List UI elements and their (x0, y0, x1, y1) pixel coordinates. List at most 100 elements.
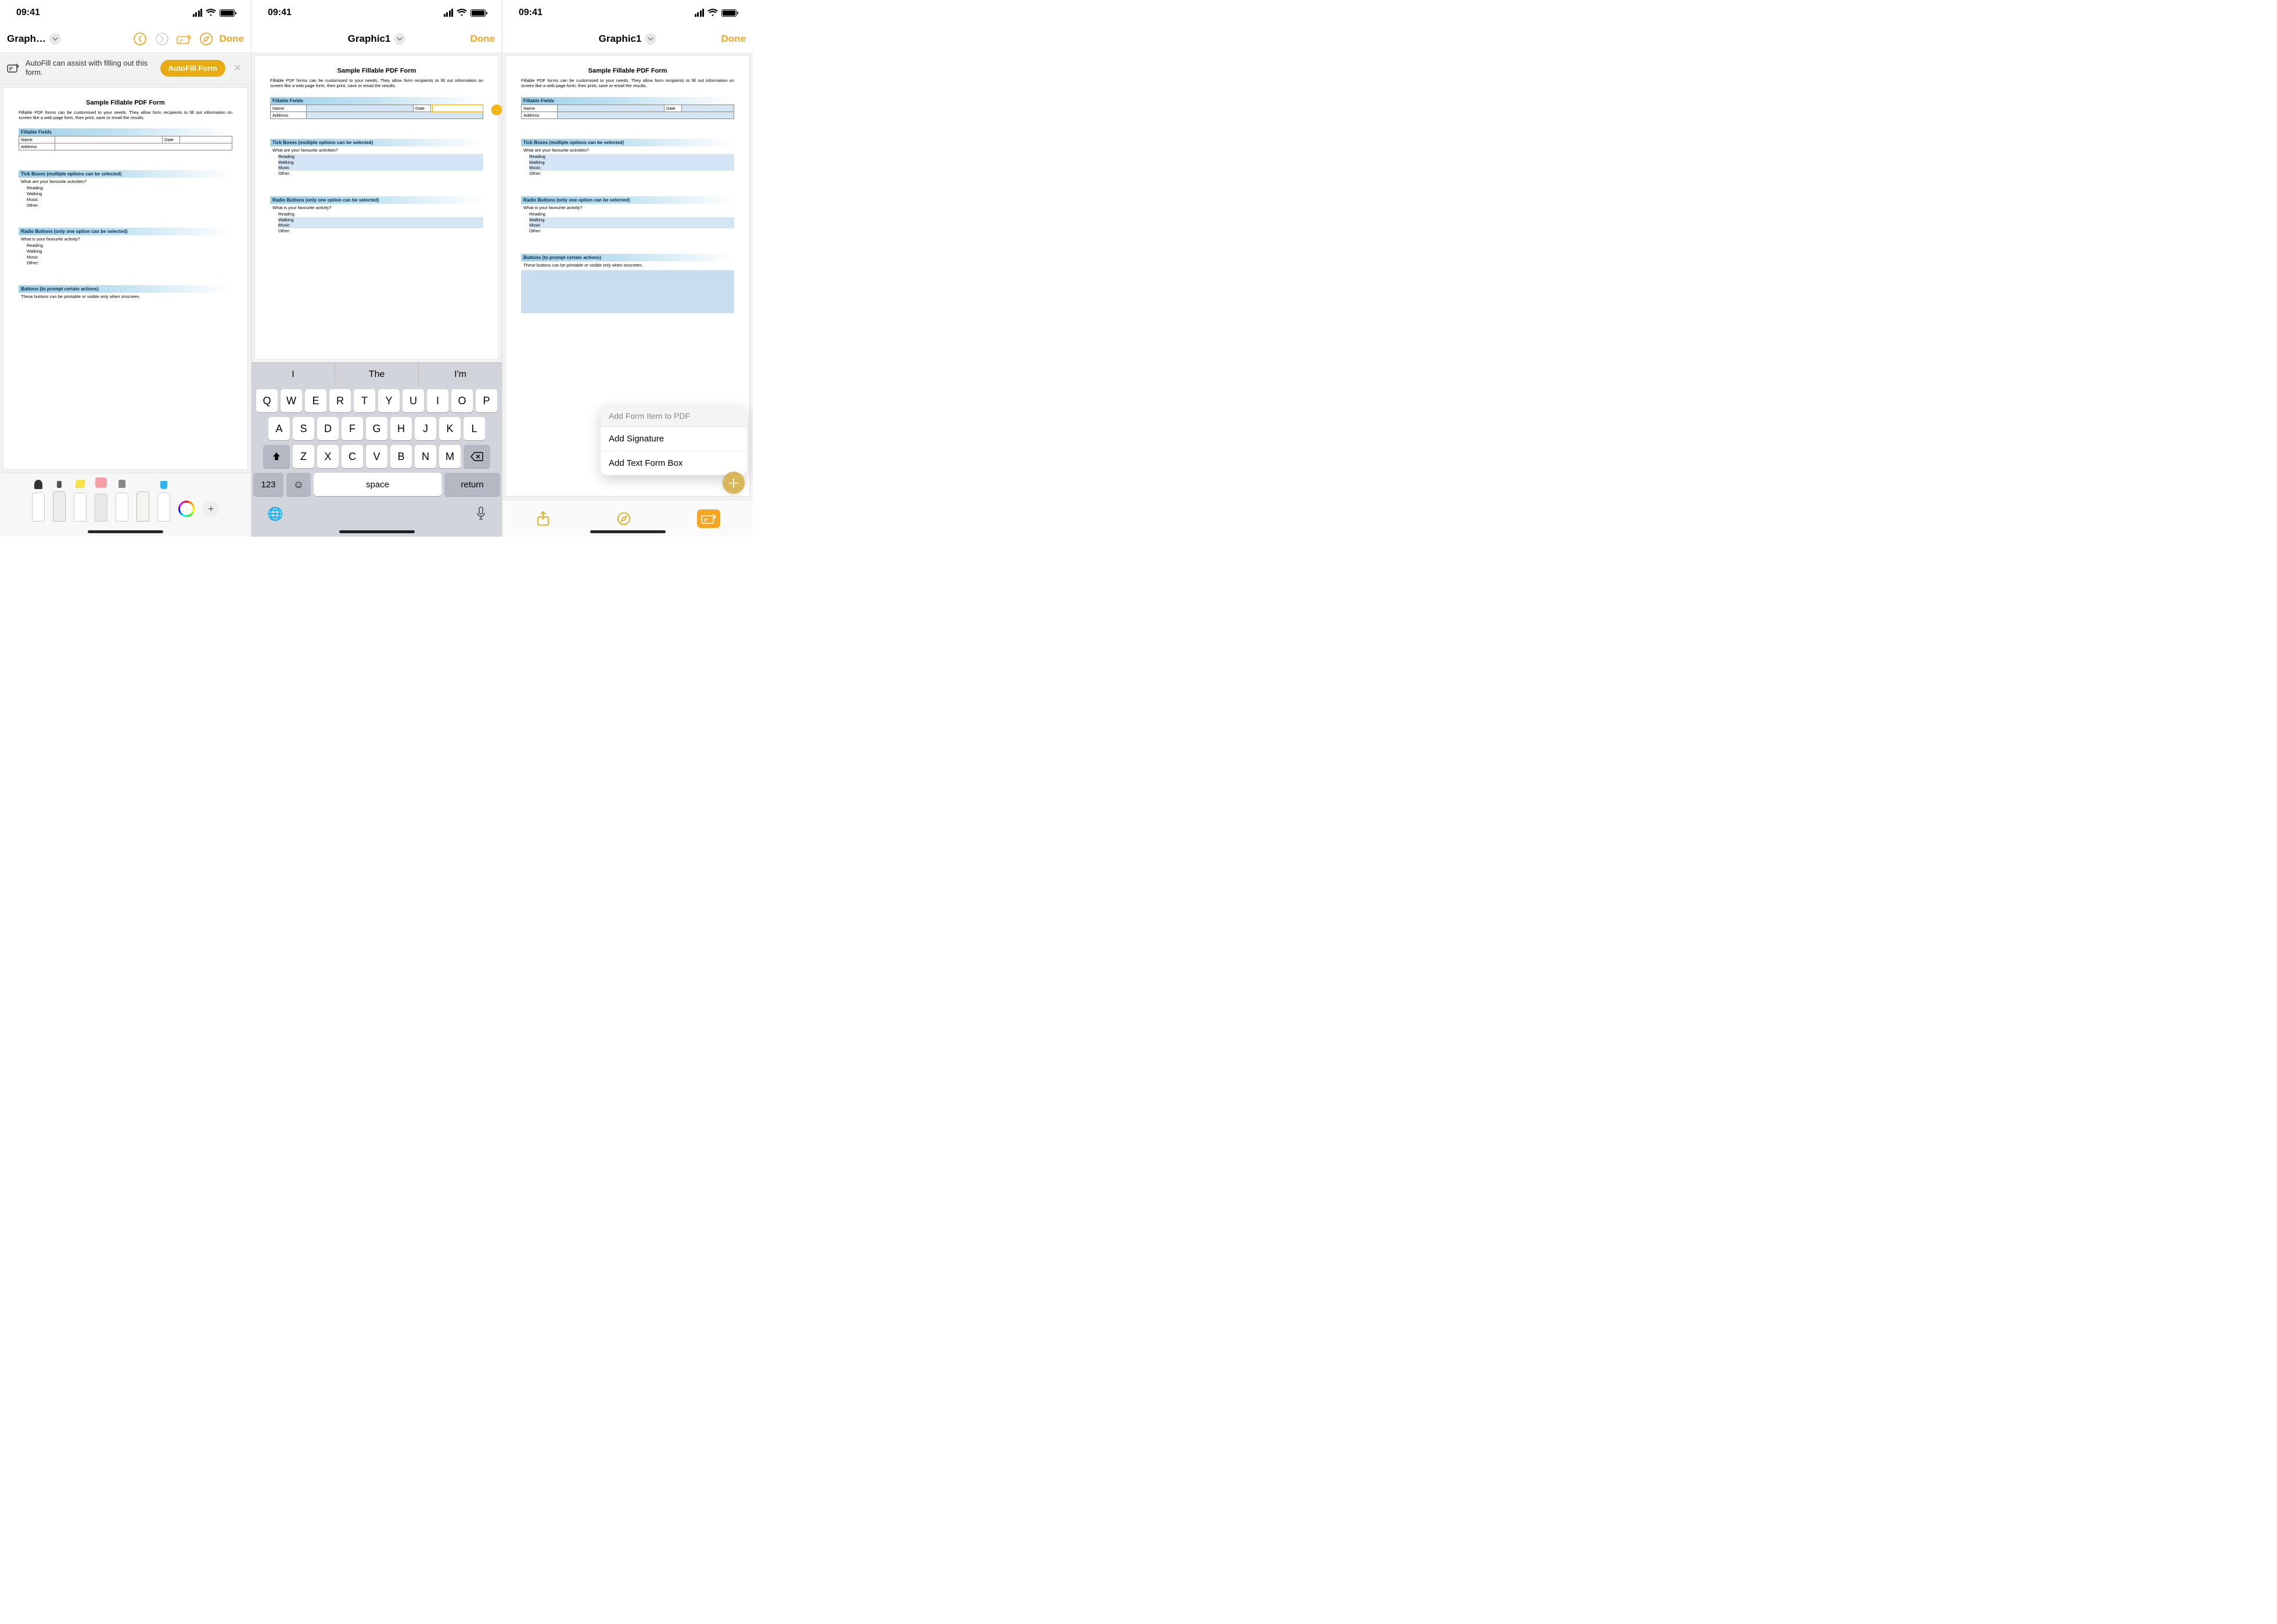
doc-title-dropdown[interactable]: Graphic1 (348, 33, 406, 45)
share-button[interactable] (535, 511, 551, 527)
menu-item-add-signature[interactable]: Add Signature (601, 427, 747, 451)
tick-opt[interactable]: Reading (529, 154, 734, 160)
done-button[interactable]: Done (220, 33, 245, 45)
redo-button[interactable] (153, 30, 171, 48)
key-w[interactable]: W (281, 389, 302, 412)
radio-opt[interactable]: Music (278, 222, 483, 228)
doc-title-dropdown[interactable]: Graphic1 (599, 33, 657, 45)
field-address[interactable] (307, 112, 483, 118)
suggestion[interactable]: I'm (419, 363, 502, 386)
key-g[interactable]: G (366, 417, 387, 440)
radio-opt[interactable]: Other: (278, 228, 483, 234)
radio-opt[interactable]: Walking (278, 217, 483, 223)
tick-opt[interactable]: Walking (529, 160, 734, 166)
menu-item-add-text-box[interactable]: Add Text Form Box (601, 451, 747, 475)
key-d[interactable]: D (317, 417, 339, 440)
form-placeholder-box[interactable] (521, 270, 734, 313)
autofill-icon-button[interactable] (175, 30, 193, 48)
key-t[interactable]: T (354, 389, 375, 412)
add-form-item-button[interactable]: ＋ (723, 472, 745, 494)
radio-opt[interactable]: Reading (27, 243, 232, 249)
highlighter-tool[interactable] (74, 483, 87, 522)
home-indicator[interactable] (339, 530, 415, 533)
key-p[interactable]: P (476, 389, 497, 412)
markup-button[interactable] (616, 511, 632, 527)
add-tool-button[interactable]: + (203, 501, 219, 517)
suggestion[interactable]: The (335, 363, 419, 386)
key-f[interactable]: F (342, 417, 363, 440)
tick-opt[interactable]: Walking (278, 160, 483, 166)
globe-icon[interactable]: 🌐 (267, 506, 283, 522)
key-a[interactable]: A (268, 417, 290, 440)
radio-opt[interactable]: Walking (529, 217, 734, 223)
key-z[interactable]: Z (293, 445, 314, 468)
pen-tool[interactable] (32, 483, 45, 522)
key-m[interactable]: M (439, 445, 461, 468)
tick-opt[interactable]: Other: (27, 203, 232, 209)
doc-title-dropdown[interactable]: Graph… (7, 33, 61, 45)
field-name[interactable] (55, 136, 163, 143)
key-y[interactable]: Y (378, 389, 400, 412)
color-picker-button[interactable] (178, 501, 195, 517)
key-emoji[interactable]: ☺ (286, 473, 311, 496)
tick-opt[interactable]: Music (529, 165, 734, 171)
key-numbers[interactable]: 123 (253, 473, 283, 496)
radio-opt[interactable]: Reading (278, 211, 483, 217)
tick-opt[interactable]: Reading (278, 154, 483, 160)
pencil-tool[interactable] (157, 483, 170, 522)
key-s[interactable]: S (293, 417, 314, 440)
radio-opt[interactable]: Music (27, 254, 232, 260)
key-l[interactable]: L (464, 417, 485, 440)
lasso-tool[interactable] (116, 483, 128, 522)
undo-button[interactable] (131, 30, 149, 48)
tick-opt[interactable]: Other: (278, 171, 483, 177)
key-n[interactable]: N (415, 445, 436, 468)
home-indicator[interactable] (590, 530, 666, 533)
tick-opt[interactable]: Other: (529, 171, 734, 177)
tick-opt[interactable]: Music (278, 165, 483, 171)
radio-opt[interactable]: Walking (27, 249, 232, 254)
key-shift[interactable] (263, 445, 290, 468)
field-address[interactable] (55, 143, 232, 150)
field-date-active[interactable] (431, 105, 483, 112)
key-q[interactable]: Q (256, 389, 278, 412)
field-name[interactable] (558, 105, 665, 112)
radio-opt[interactable]: Reading (529, 211, 734, 217)
done-button[interactable]: Done (721, 33, 746, 44)
key-b[interactable]: B (390, 445, 412, 468)
key-space[interactable]: space (314, 473, 441, 496)
marker-tool[interactable] (53, 483, 66, 522)
markup-icon-button[interactable] (197, 30, 215, 48)
key-delete[interactable] (464, 445, 490, 468)
key-r[interactable]: R (329, 389, 351, 412)
autofill-form-button[interactable]: AutoFill Form (160, 60, 226, 77)
key-o[interactable]: O (451, 389, 473, 412)
key-e[interactable]: E (305, 389, 326, 412)
ruler-tool[interactable] (137, 483, 149, 522)
done-button[interactable]: Done (471, 33, 495, 44)
field-date[interactable] (180, 136, 232, 143)
field-address[interactable] (558, 112, 734, 118)
key-u[interactable]: U (403, 389, 424, 412)
field-date[interactable] (682, 105, 734, 112)
radio-opt[interactable]: Other: (529, 228, 734, 234)
tick-opt[interactable]: Music (27, 197, 232, 203)
key-c[interactable]: C (342, 445, 363, 468)
dismiss-banner-button[interactable]: ✕ (231, 62, 244, 74)
document-viewport[interactable]: Sample Fillable PDF Form Fillable PDF fo… (252, 52, 502, 362)
key-k[interactable]: K (439, 417, 461, 440)
field-name[interactable] (307, 105, 414, 112)
radio-opt[interactable]: Other: (27, 260, 232, 266)
suggestion[interactable]: I (252, 363, 335, 386)
key-v[interactable]: V (366, 445, 387, 468)
radio-opt[interactable]: Music (529, 222, 734, 228)
form-fill-button[interactable] (697, 509, 720, 528)
key-h[interactable]: H (390, 417, 412, 440)
key-x[interactable]: X (317, 445, 339, 468)
key-i[interactable]: I (427, 389, 448, 412)
key-return[interactable]: return (444, 473, 500, 496)
eraser-tool[interactable] (95, 483, 107, 522)
key-j[interactable]: J (415, 417, 436, 440)
microphone-icon[interactable] (476, 506, 486, 522)
field-options-button[interactable]: ⋯ (491, 105, 502, 115)
